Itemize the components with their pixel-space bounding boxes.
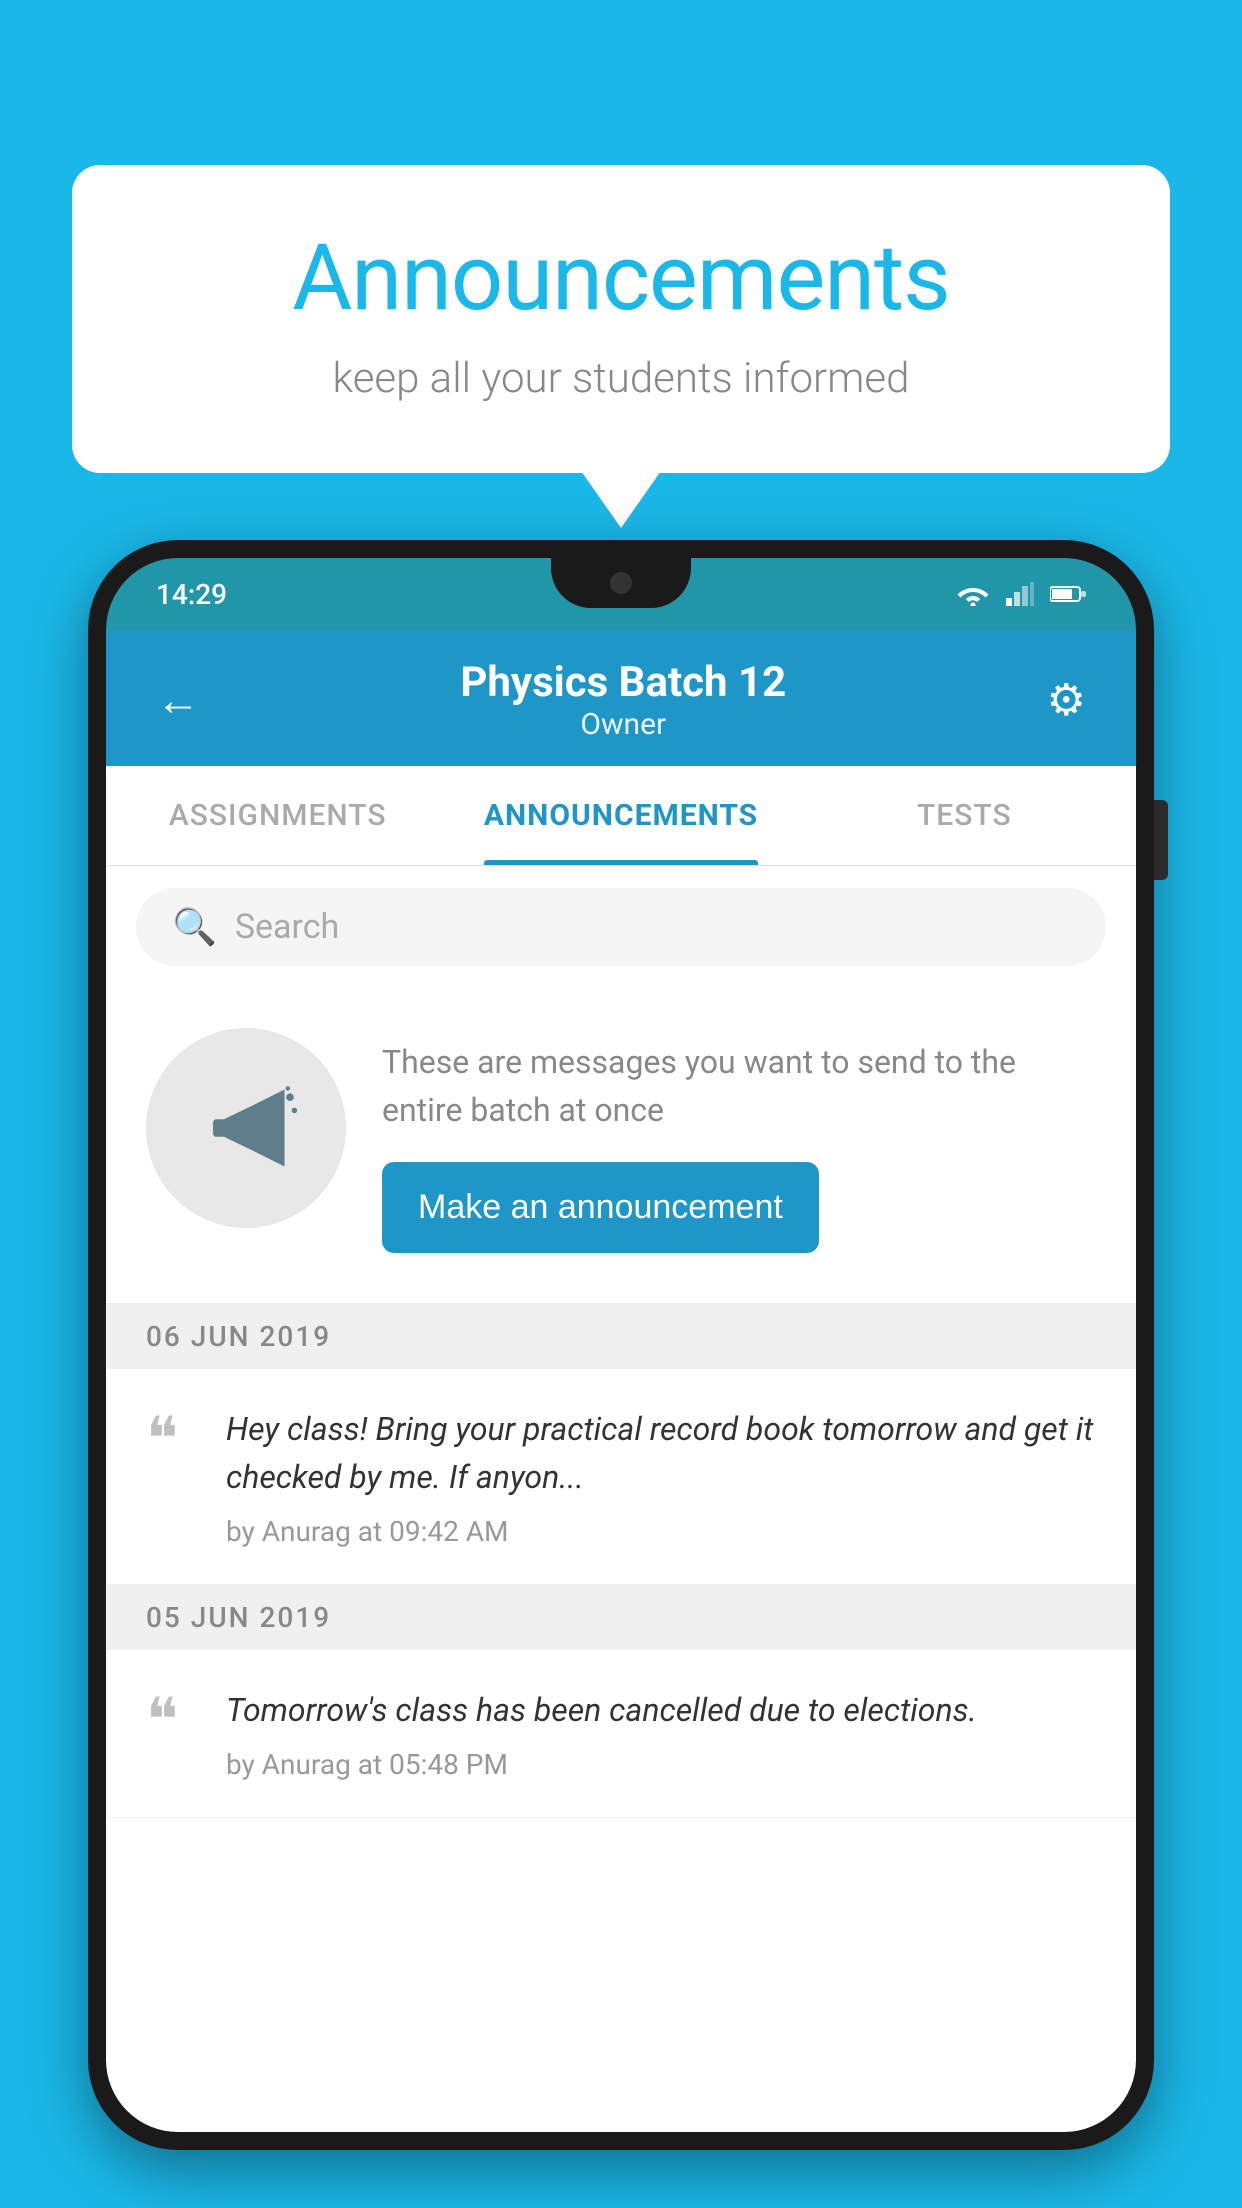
header-title-block: Physics Batch 12 Owner: [460, 658, 786, 742]
announcement-text-2: Tomorrow's class has been cancelled due …: [226, 1686, 1096, 1734]
announcement-item-2[interactable]: ❝ Tomorrow's class has been cancelled du…: [106, 1650, 1136, 1818]
search-bar[interactable]: 🔍 Search: [136, 888, 1106, 966]
signal-icon: [1006, 582, 1034, 606]
tab-assignments[interactable]: ASSIGNMENTS: [106, 766, 449, 865]
status-icons: [956, 582, 1086, 606]
tab-announcements[interactable]: ANNOUNCEMENTS: [449, 766, 792, 865]
status-bar: 14:29: [106, 558, 1136, 630]
date-separator-2: 05 JUN 2019: [106, 1585, 1136, 1650]
app-header: ← Physics Batch 12 Owner ⚙: [106, 630, 1136, 766]
announcement-content-2: Tomorrow's class has been cancelled due …: [226, 1686, 1096, 1781]
make-announcement-button[interactable]: Make an announcement: [382, 1162, 819, 1253]
date-label-1: 06 JUN 2019: [146, 1320, 331, 1353]
back-button[interactable]: ←: [156, 674, 200, 726]
speech-bubble-container: Announcements keep all your students inf…: [72, 165, 1170, 473]
megaphone-icon: [191, 1073, 301, 1183]
announcement-meta-2: by Anurag at 05:48 PM: [226, 1748, 508, 1781]
quote-icon-1: ❝: [146, 1405, 196, 1463]
tabs-bar: ASSIGNMENTS ANNOUNCEMENTS TESTS: [106, 766, 1136, 866]
side-button-right: [1154, 800, 1168, 880]
phone-notch: [551, 558, 691, 608]
speech-bubble-title: Announcements: [152, 225, 1090, 332]
battery-icon: [1050, 584, 1086, 604]
promo-right: These are messages you want to send to t…: [382, 1028, 1096, 1253]
search-placeholder: Search: [235, 907, 339, 947]
date-label-2: 05 JUN 2019: [146, 1601, 331, 1634]
megaphone-circle: [146, 1028, 346, 1228]
settings-icon[interactable]: ⚙: [1047, 674, 1086, 726]
announcement-text-1: Hey class! Bring your practical record b…: [226, 1405, 1096, 1501]
search-bar-container: 🔍 Search: [106, 866, 1136, 988]
quote-icon-2: ❝: [146, 1686, 196, 1744]
phone-outer: 14:29: [88, 540, 1154, 2150]
phone-screen: ← Physics Batch 12 Owner ⚙ ASSIGNMENTS A…: [106, 630, 1136, 2132]
wifi-icon: [956, 582, 990, 606]
phone-wrapper: 14:29: [88, 540, 1154, 2208]
camera-dot: [610, 572, 632, 594]
date-separator-1: 06 JUN 2019: [106, 1304, 1136, 1369]
promo-description: These are messages you want to send to t…: [382, 1038, 1096, 1134]
speech-bubble: Announcements keep all your students inf…: [72, 165, 1170, 473]
announcement-content-1: Hey class! Bring your practical record b…: [226, 1405, 1096, 1548]
search-icon: 🔍: [172, 906, 217, 948]
announcement-meta-1: by Anurag at 09:42 AM: [226, 1515, 509, 1548]
tab-tests[interactable]: TESTS: [793, 766, 1136, 865]
status-time: 14:29: [156, 578, 227, 611]
batch-title: Physics Batch 12: [460, 658, 786, 707]
announcement-item-1[interactable]: ❝ Hey class! Bring your practical record…: [106, 1369, 1136, 1585]
speech-bubble-subtitle: keep all your students informed: [152, 354, 1090, 403]
promo-block: These are messages you want to send to t…: [106, 988, 1136, 1304]
batch-subtitle: Owner: [460, 707, 786, 742]
